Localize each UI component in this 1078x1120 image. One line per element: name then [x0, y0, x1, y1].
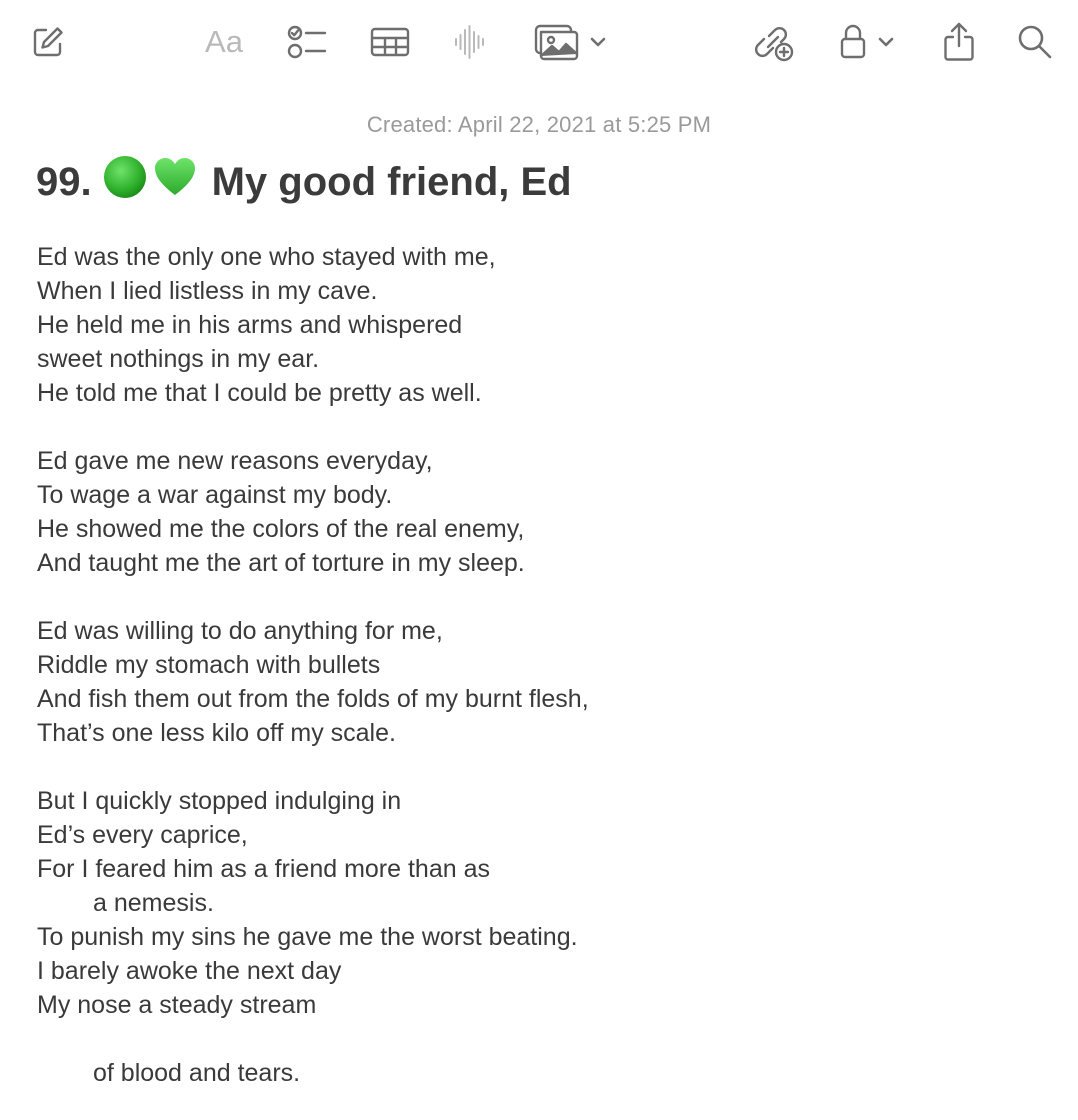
compose-button[interactable] [28, 22, 68, 62]
body-line: He told me that I could be pretty as wel… [37, 379, 482, 407]
table-button[interactable] [369, 22, 411, 62]
title-text: My good friend, Ed [211, 159, 572, 204]
table-icon [370, 26, 410, 58]
body-line: Ed’s every caprice, [37, 821, 248, 849]
search-button[interactable] [1014, 22, 1056, 62]
green-heart-emoji [152, 154, 198, 210]
collaborate-link-icon [753, 22, 795, 62]
body-line: a nemesis. [93, 889, 214, 917]
body-line: But I quickly stopped indulging in [37, 787, 402, 815]
checklist-button[interactable] [286, 22, 328, 62]
share-button[interactable] [940, 20, 978, 64]
text-format-button[interactable]: Aa [200, 22, 248, 62]
body-line: Ed was the only one who stayed with me, [37, 243, 496, 271]
note-title[interactable]: 99. My good friend, Ed [36, 154, 572, 210]
body-line: I barely awoke the next day [37, 957, 342, 985]
body-line: And fish them out from the folds of my b… [37, 685, 589, 713]
body-line: When I lied listless in my cave. [37, 277, 378, 305]
body-line: Ed gave me new reasons everyday, [37, 447, 433, 475]
collaborate-button[interactable] [752, 22, 796, 62]
body-line: To punish my sins he gave me the worst b… [37, 923, 578, 951]
media-button[interactable] [534, 22, 614, 62]
body-line: of blood and tears. [93, 1059, 301, 1087]
chevron-down-icon [878, 36, 894, 48]
body-line: That’s one less kilo off my scale. [37, 719, 396, 747]
body-line: My nose a steady stream [37, 991, 317, 1019]
search-icon [1016, 23, 1054, 61]
compose-icon [30, 24, 66, 60]
body-line: To wage a war against my body. [37, 481, 393, 509]
text-format-icon: Aa [205, 24, 243, 59]
body-line: Riddle my stomach with bullets [37, 651, 381, 679]
toolbar: Aa [0, 0, 1078, 84]
green-circle-emoji [102, 154, 148, 210]
share-icon [942, 21, 976, 63]
note-body[interactable]: Ed was the only one who stayed with me, W… [37, 240, 1037, 1090]
chevron-down-icon [590, 36, 606, 48]
body-line: He showed me the colors of the real enem… [37, 515, 525, 543]
audio-waveform-icon [452, 24, 488, 60]
body-line: sweet nothings in my ear. [37, 345, 320, 373]
audio-button[interactable] [450, 22, 490, 62]
lock-icon [838, 23, 868, 61]
title-number: 99. [36, 159, 92, 204]
photo-media-icon [534, 23, 580, 61]
body-line: Ed was willing to do anything for me, [37, 617, 443, 645]
body-line: For I feared him as a friend more than a… [37, 855, 490, 883]
checklist-icon [287, 24, 327, 60]
body-line: And taught me the art of torture in my s… [37, 549, 525, 577]
body-line: He held me in his arms and whispered [37, 311, 463, 339]
lock-button[interactable] [838, 22, 902, 62]
created-date: Created: April 22, 2021 at 5:25 PM [366, 112, 712, 137]
